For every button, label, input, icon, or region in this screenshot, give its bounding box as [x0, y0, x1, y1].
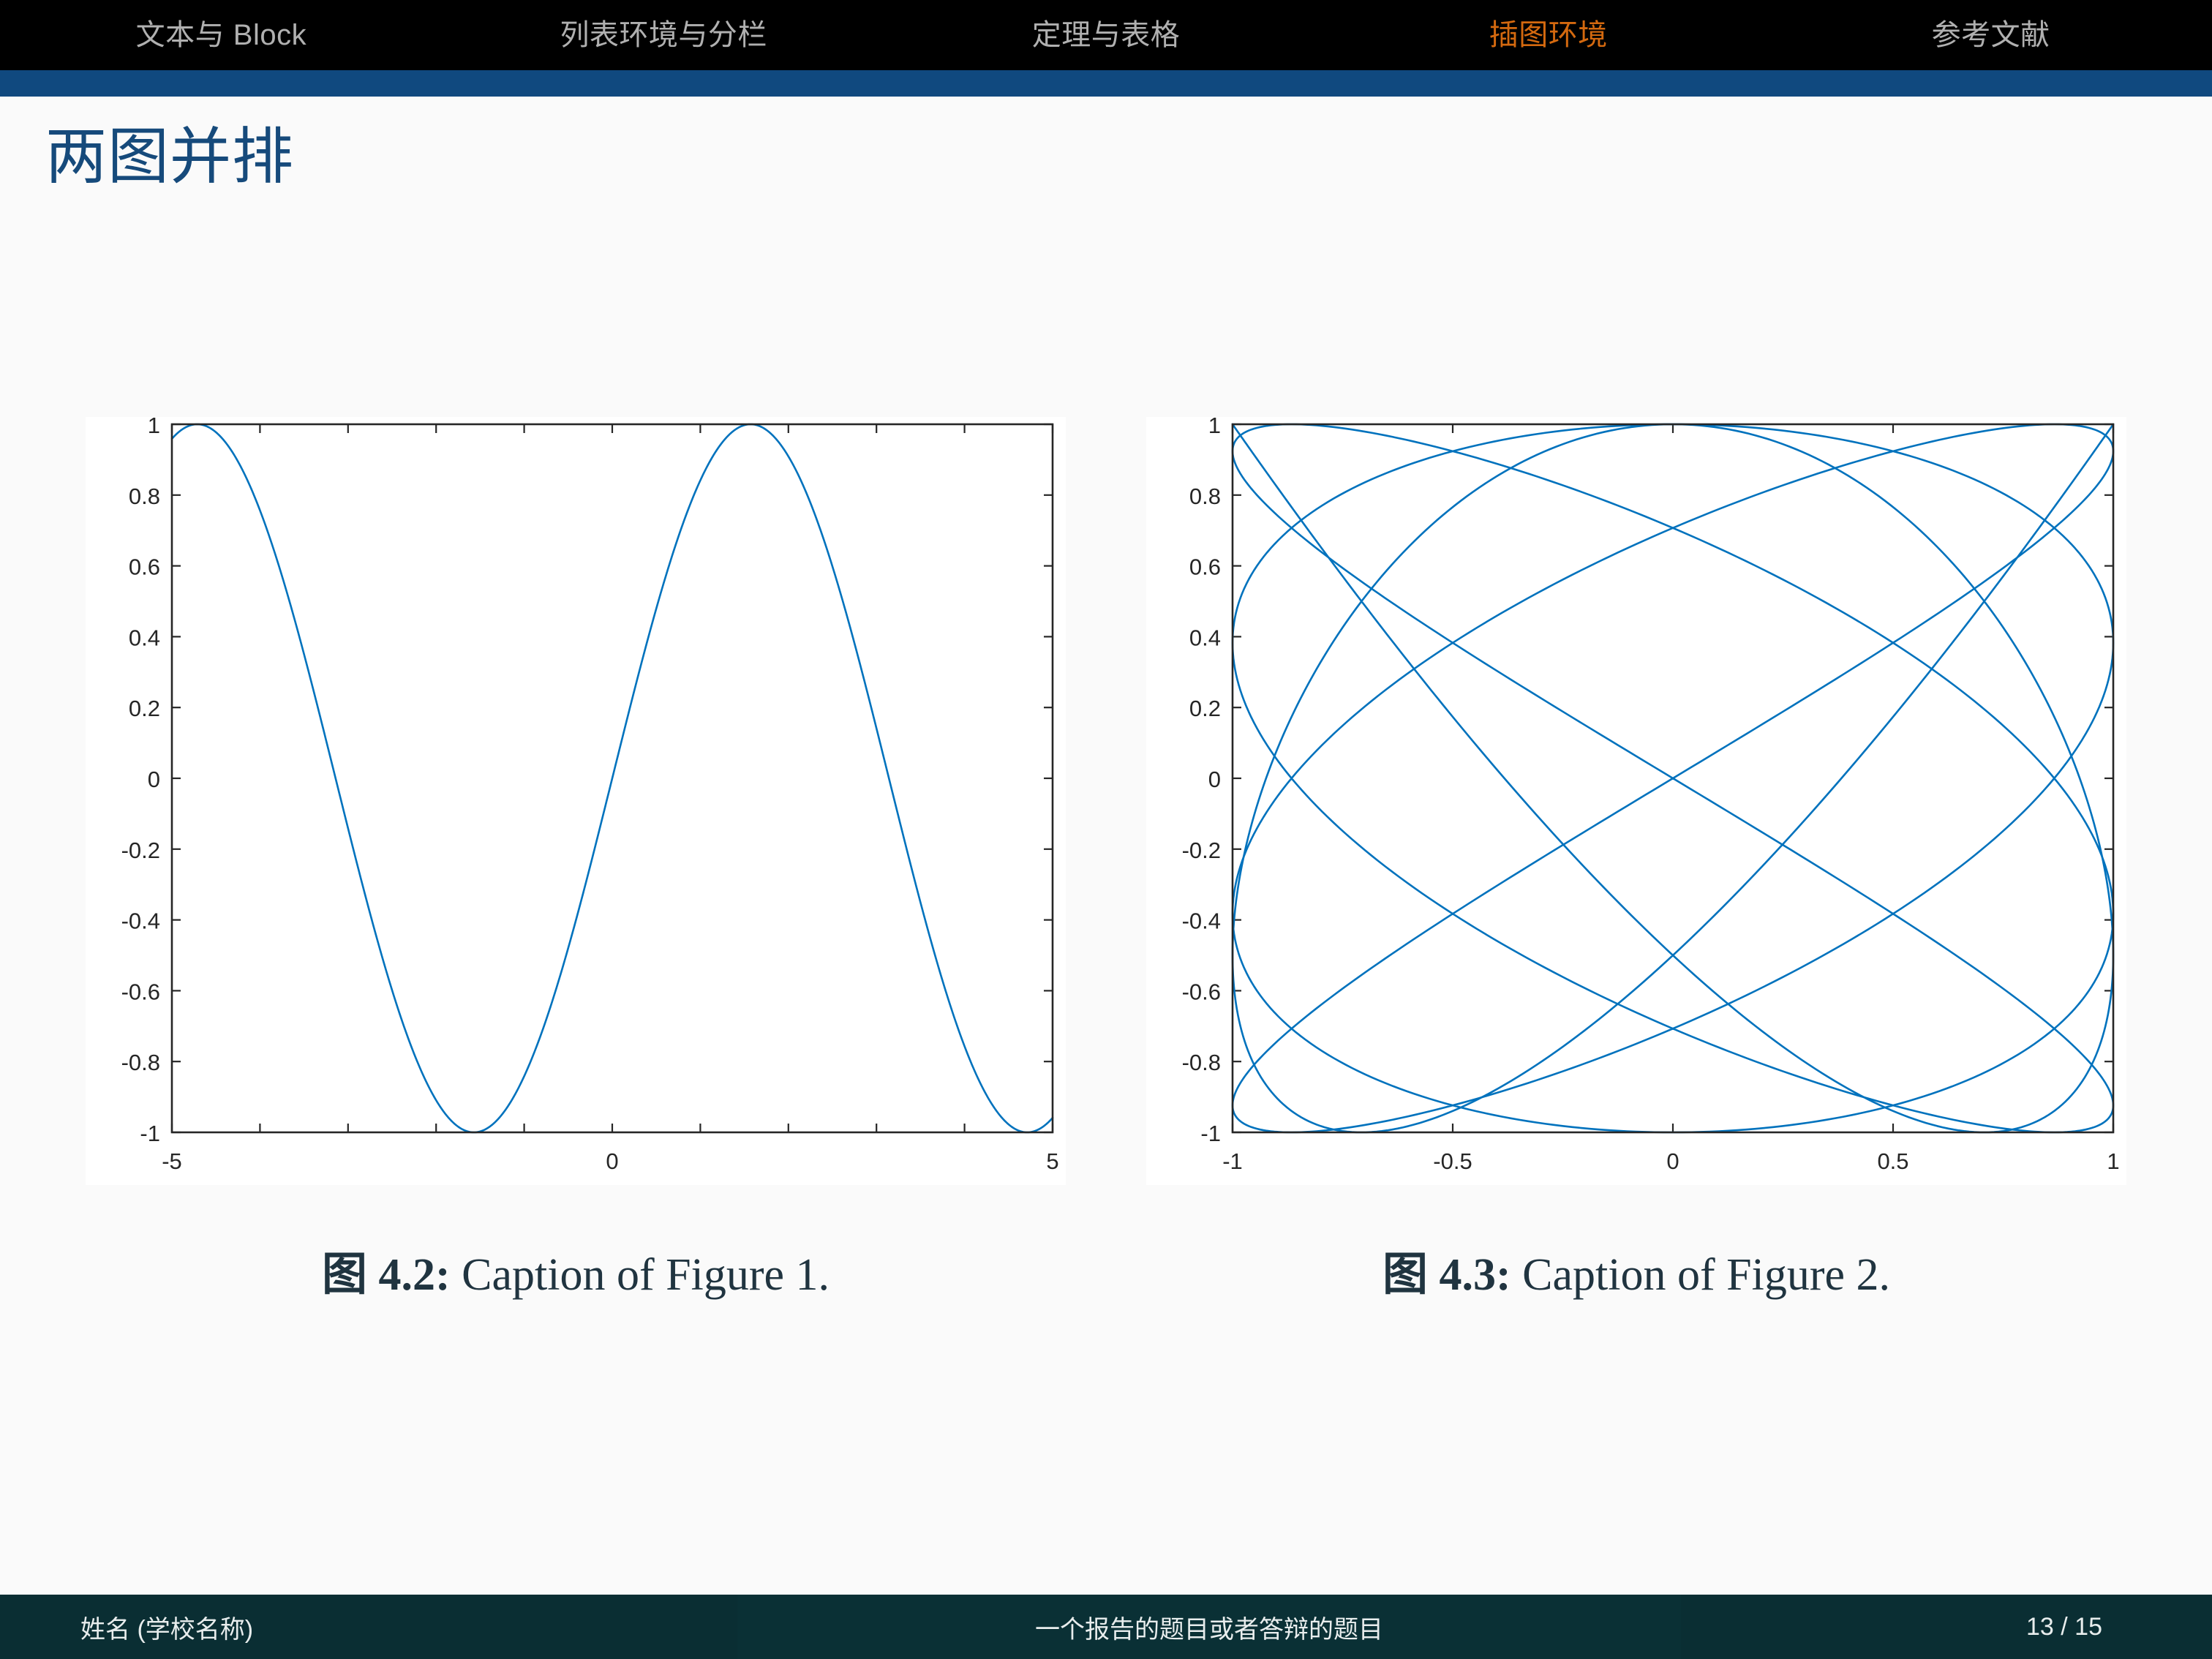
figure-caption-2: 图 4.3: Caption of Figure 2. — [1382, 1252, 1890, 1298]
footer-title: 一个报告的题目或者答辩的题目 — [737, 1595, 1681, 1659]
svg-text:1: 1 — [1208, 417, 1221, 438]
svg-text:0.8: 0.8 — [1189, 484, 1221, 509]
svg-text:1: 1 — [148, 417, 160, 438]
svg-text:0.4: 0.4 — [129, 625, 160, 650]
caption-label-2: 图 4.3: — [1382, 1250, 1511, 1300]
plot-sine: -1 -0.8 -0.6 -0.4 -0.2 0 0.2 0.4 0.6 0.8 1 -5 0 5 — [86, 417, 1066, 1185]
svg-text:-0.2: -0.2 — [121, 838, 160, 863]
svg-text:-1: -1 — [140, 1121, 160, 1146]
page-title: 两图并排 — [45, 122, 295, 191]
figure-block-left: -1 -0.8 -0.6 -0.4 -0.2 0 0.2 0.4 0.6 0.8 1 -5 0 5 图 4… — [45, 417, 1106, 1298]
svg-text:-0.4: -0.4 — [121, 908, 160, 934]
svg-text:0.5: 0.5 — [1877, 1148, 1908, 1174]
svg-text:-0.8: -0.8 — [121, 1050, 160, 1075]
svg-text:0.4: 0.4 — [1189, 625, 1221, 650]
svg-text:-0.5: -0.5 — [1433, 1148, 1472, 1174]
svg-text:-1: -1 — [1222, 1148, 1243, 1174]
svg-text:0.6: 0.6 — [1189, 554, 1221, 580]
nav-accent-rule — [0, 70, 2212, 97]
svg-text:-1: -1 — [1200, 1121, 1221, 1146]
svg-text:0: 0 — [148, 767, 160, 792]
footer-author: 姓名 (学校名称) — [0, 1595, 737, 1659]
svg-text:-0.6: -0.6 — [121, 979, 160, 1004]
sine-plot-svg: -1 -0.8 -0.6 -0.4 -0.2 0 0.2 0.4 0.6 0.8 1 -5 0 5 — [86, 417, 1066, 1185]
caption-label-1: 图 4.2: — [322, 1250, 451, 1300]
svg-text:1: 1 — [2107, 1148, 2119, 1174]
svg-text:0.8: 0.8 — [129, 484, 160, 509]
footer-bar: 姓名 (学校名称) 一个报告的题目或者答辩的题目 13 / 15 — [0, 1595, 2212, 1659]
svg-text:5: 5 — [1046, 1148, 1058, 1174]
figure-row: -1 -0.8 -0.6 -0.4 -0.2 0 0.2 0.4 0.6 0.8 1 -5 0 5 图 4… — [0, 417, 2212, 1298]
footer-page-number: 13 / 15 — [1681, 1595, 2212, 1659]
plot-lissajous: -1 -0.8 -0.6 -0.4 -0.2 0 0.2 0.4 0.6 0.8 1 -1 -0.5 0 0… — [1146, 417, 2126, 1185]
svg-text:0.6: 0.6 — [129, 554, 160, 580]
nav-item-0[interactable]: 文本与 Block — [0, 20, 443, 50]
caption-text-2: Caption of Figure 2. — [1522, 1250, 1890, 1300]
figure-caption-1: 图 4.2: Caption of Figure 1. — [322, 1252, 830, 1298]
svg-text:0.2: 0.2 — [129, 696, 160, 721]
svg-text:-0.8: -0.8 — [1182, 1050, 1221, 1075]
caption-text-1: Caption of Figure 1. — [462, 1250, 830, 1300]
svg-text:-5: -5 — [162, 1148, 182, 1174]
nav-item-2[interactable]: 定理与表格 — [885, 20, 1328, 50]
lissajous-plot-svg: -1 -0.8 -0.6 -0.4 -0.2 0 0.2 0.4 0.6 0.8 1 -1 -0.5 0 0… — [1146, 417, 2126, 1185]
top-navigation-bar: 文本与 Block 列表环境与分栏 定理与表格 插图环境 参考文献 — [0, 0, 2212, 70]
slide-root: 文本与 Block 列表环境与分栏 定理与表格 插图环境 参考文献 两图并排 -… — [0, 0, 2212, 1659]
nav-item-3-active[interactable]: 插图环境 — [1327, 20, 1769, 50]
svg-text:0: 0 — [1666, 1148, 1679, 1174]
svg-text:-0.6: -0.6 — [1182, 979, 1221, 1004]
svg-text:0: 0 — [606, 1148, 618, 1174]
svg-text:-0.2: -0.2 — [1182, 838, 1221, 863]
svg-text:0: 0 — [1208, 767, 1221, 792]
nav-item-1[interactable]: 列表环境与分栏 — [443, 20, 885, 50]
figure-block-right: -1 -0.8 -0.6 -0.4 -0.2 0 0.2 0.4 0.6 0.8 1 -1 -0.5 0 0… — [1106, 417, 2167, 1298]
svg-text:0.2: 0.2 — [1189, 696, 1221, 721]
nav-item-4[interactable]: 参考文献 — [1769, 20, 2212, 50]
svg-text:-0.4: -0.4 — [1182, 908, 1221, 934]
